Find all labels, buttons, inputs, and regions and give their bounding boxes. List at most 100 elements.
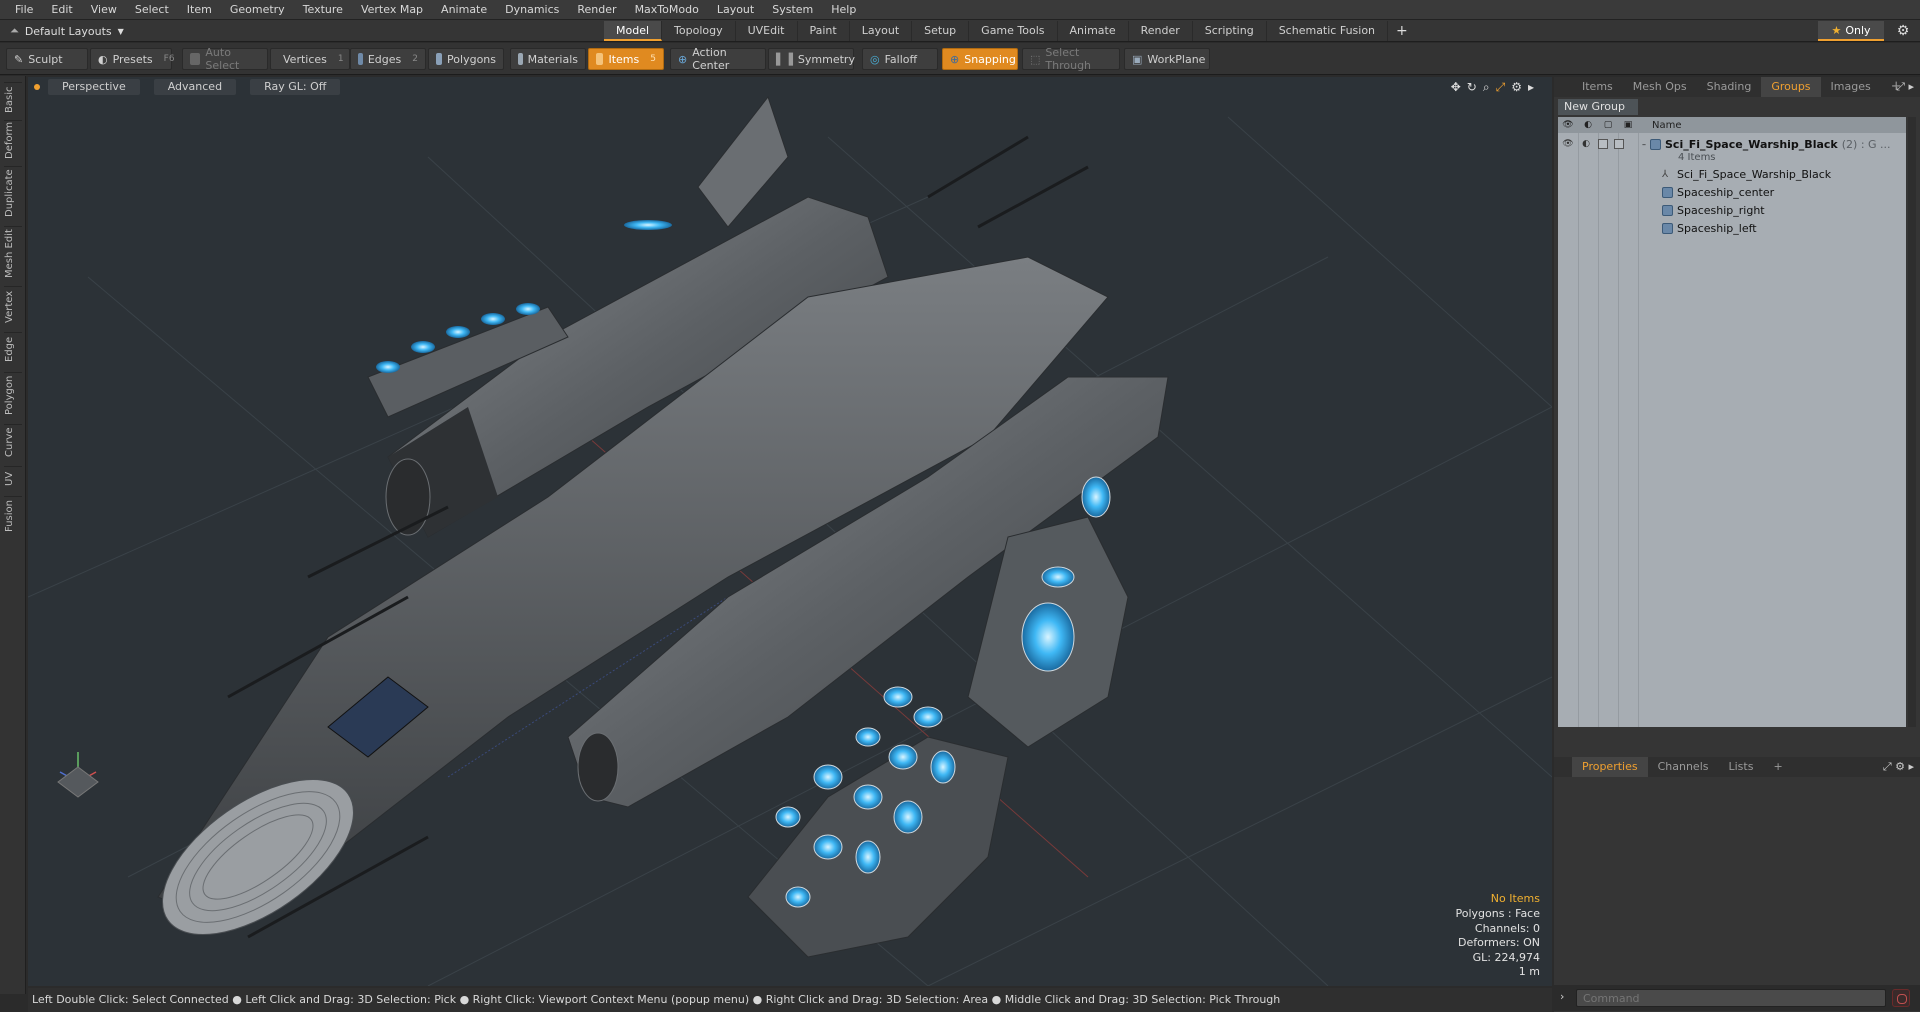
snapping-label: Snapping <box>964 52 1016 66</box>
menu-layout[interactable]: Layout <box>708 0 763 20</box>
gear-icon[interactable]: ⚙ <box>1894 22 1912 40</box>
menu-system[interactable]: System <box>763 0 822 20</box>
groups-scrollbar[interactable] <box>1908 117 1916 727</box>
list-item[interactable]: Spaceship_center <box>1558 183 1906 201</box>
falloff-button[interactable]: ◎ Falloff <box>862 48 938 70</box>
tab-game-tools[interactable]: Game Tools <box>969 21 1058 41</box>
tab-lists[interactable]: Lists <box>1719 757 1764 777</box>
raygl-button[interactable]: Ray GL: Off <box>250 79 341 95</box>
only-toggle[interactable]: ★ Only <box>1818 21 1884 41</box>
move-view-icon[interactable]: ✥ <box>1451 80 1461 95</box>
tab-images[interactable]: Images <box>1821 77 1881 97</box>
menu-vertex-map[interactable]: Vertex Map <box>352 0 432 20</box>
symmetry-button[interactable]: ▌▐ Symmetry <box>768 48 855 70</box>
polygons-button[interactable]: Polygons <box>428 48 504 70</box>
name-column-header[interactable]: Name <box>1638 120 1682 131</box>
tab-render[interactable]: Render <box>1129 21 1193 41</box>
select-checkbox[interactable] <box>1614 139 1624 149</box>
sculpt-button[interactable]: ✎ Sculpt <box>6 48 88 70</box>
tab-polygon[interactable]: Polygon <box>4 372 22 418</box>
rotate-view-icon[interactable]: ↻ <box>1467 80 1477 95</box>
tab-topology[interactable]: Topology <box>662 21 736 41</box>
polygons-mode-label: Polygons : Face <box>1455 907 1540 921</box>
tab-basic[interactable]: Basic <box>4 82 22 116</box>
viewport-menu-dot-icon[interactable] <box>34 84 40 90</box>
new-group-button[interactable]: New Group <box>1558 99 1638 115</box>
tab-properties[interactable]: Properties <box>1572 757 1648 777</box>
tab-deform[interactable]: Deform <box>4 120 22 160</box>
tab-paint[interactable]: Paint <box>798 21 850 41</box>
tab-scripting[interactable]: Scripting <box>1193 21 1267 41</box>
tab-setup[interactable]: Setup <box>912 21 970 41</box>
command-input[interactable] <box>1576 989 1886 1007</box>
menu-item[interactable]: Item <box>178 0 221 20</box>
visibility-column-icon[interactable]: 👁 <box>1558 120 1578 130</box>
add-tab-button[interactable]: + <box>1388 21 1416 41</box>
record-macro-icon[interactable] <box>1892 989 1910 1007</box>
list-item[interactable]: Spaceship_left <box>1558 219 1906 237</box>
render-toggle-icon[interactable]: ◐ <box>1580 138 1592 150</box>
list-item[interactable]: ⅄ Sci_Fi_Space_Warship_Black <box>1558 165 1906 183</box>
3d-viewport[interactable]: Perspective Advanced Ray GL: Off ✥ ↻ ⌕ ⤢… <box>28 77 1552 986</box>
materials-button[interactable]: Materials <box>510 48 586 70</box>
presets-button[interactable]: ◐ Presets F6 <box>90 48 175 70</box>
layout-selector[interactable]: ⏶ Default Layouts ▼ <box>4 22 130 40</box>
command-history-arrow-icon[interactable]: › <box>1560 990 1564 1003</box>
collapse-icon[interactable]: ⏶ <box>10 24 19 38</box>
properties-panel-options-icon[interactable]: ⤢ ⚙ ▸ <box>1883 760 1914 774</box>
tab-groups[interactable]: Groups <box>1761 77 1821 97</box>
auto-select-button[interactable]: Auto Select <box>182 46 268 72</box>
select-through-button[interactable]: ⬚ Select Through <box>1022 46 1120 72</box>
tab-vertex[interactable]: Vertex <box>4 286 22 326</box>
eye-icon[interactable]: 👁 <box>1562 138 1574 150</box>
zoom-view-icon[interactable]: ⌕ <box>1483 80 1490 95</box>
tab-duplicate[interactable]: Duplicate <box>4 166 22 220</box>
render-column-icon[interactable]: ◐ <box>1578 120 1598 130</box>
tab-mesh-edit[interactable]: Mesh Edit <box>4 226 22 280</box>
tab-layout[interactable]: Layout <box>850 21 913 41</box>
tab-channels[interactable]: Channels <box>1648 757 1719 777</box>
menu-edit[interactable]: Edit <box>42 0 81 20</box>
menu-maxtomodo[interactable]: MaxToModo <box>626 0 708 20</box>
menu-help[interactable]: Help <box>822 0 865 20</box>
tab-model[interactable]: Model <box>604 21 663 41</box>
tab-items[interactable]: Items <box>1572 77 1623 97</box>
tab-fusion[interactable]: Fusion <box>4 496 22 536</box>
menu-texture[interactable]: Texture <box>294 0 352 20</box>
tab-mesh-ops[interactable]: Mesh Ops <box>1623 77 1697 97</box>
view-mode-button[interactable]: Perspective <box>48 79 140 95</box>
menu-geometry[interactable]: Geometry <box>221 0 294 20</box>
maximize-view-icon[interactable]: ⤢ <box>1496 80 1506 95</box>
tab-curve[interactable]: Curve <box>4 424 22 460</box>
collapse-arrow-icon[interactable]: – <box>1642 140 1646 149</box>
tab-shading[interactable]: Shading <box>1697 77 1762 97</box>
menu-render[interactable]: Render <box>568 0 625 20</box>
tab-uv[interactable]: UV <box>4 466 22 490</box>
select-column-icon[interactable]: ▣ <box>1618 120 1638 130</box>
shading-mode-button[interactable]: Advanced <box>153 79 237 95</box>
menu-file[interactable]: File <box>6 0 42 20</box>
status-bar: Left Double Click: Select Connected ● Le… <box>28 988 1552 1012</box>
workplane-button[interactable]: ▣ WorkPlane <box>1124 48 1210 70</box>
vertices-button[interactable]: Vertices 1 <box>270 48 350 70</box>
expand-panel-icon[interactable]: ⤢ ▸ <box>1896 80 1914 94</box>
add-bottom-tab-button[interactable]: + <box>1763 757 1792 777</box>
tab-uvedit[interactable]: UVEdit <box>736 21 798 41</box>
tab-schematic-fusion[interactable]: Schematic Fusion <box>1267 21 1389 41</box>
edges-shortcut: 2 <box>412 54 418 64</box>
list-item[interactable]: Spaceship_right <box>1558 201 1906 219</box>
edges-button[interactable]: Edges 2 <box>350 48 426 70</box>
tab-animate[interactable]: Animate <box>1058 21 1129 41</box>
action-center-button[interactable]: ⊕ Action Center <box>670 46 766 72</box>
menu-select[interactable]: Select <box>126 0 178 20</box>
lock-checkbox[interactable] <box>1598 139 1608 149</box>
items-button[interactable]: Items 5 <box>588 48 664 70</box>
tab-edge[interactable]: Edge <box>4 332 22 366</box>
lock-column-icon[interactable]: ▢ <box>1598 120 1618 130</box>
menu-dynamics[interactable]: Dynamics <box>496 0 568 20</box>
menu-animate[interactable]: Animate <box>432 0 496 20</box>
view-settings-gear-icon[interactable]: ⚙ <box>1511 80 1522 95</box>
view-options-arrow-icon[interactable]: ▸ <box>1528 80 1534 95</box>
snapping-button[interactable]: ⊕ Snapping <box>942 48 1018 70</box>
menu-view[interactable]: View <box>82 0 126 20</box>
